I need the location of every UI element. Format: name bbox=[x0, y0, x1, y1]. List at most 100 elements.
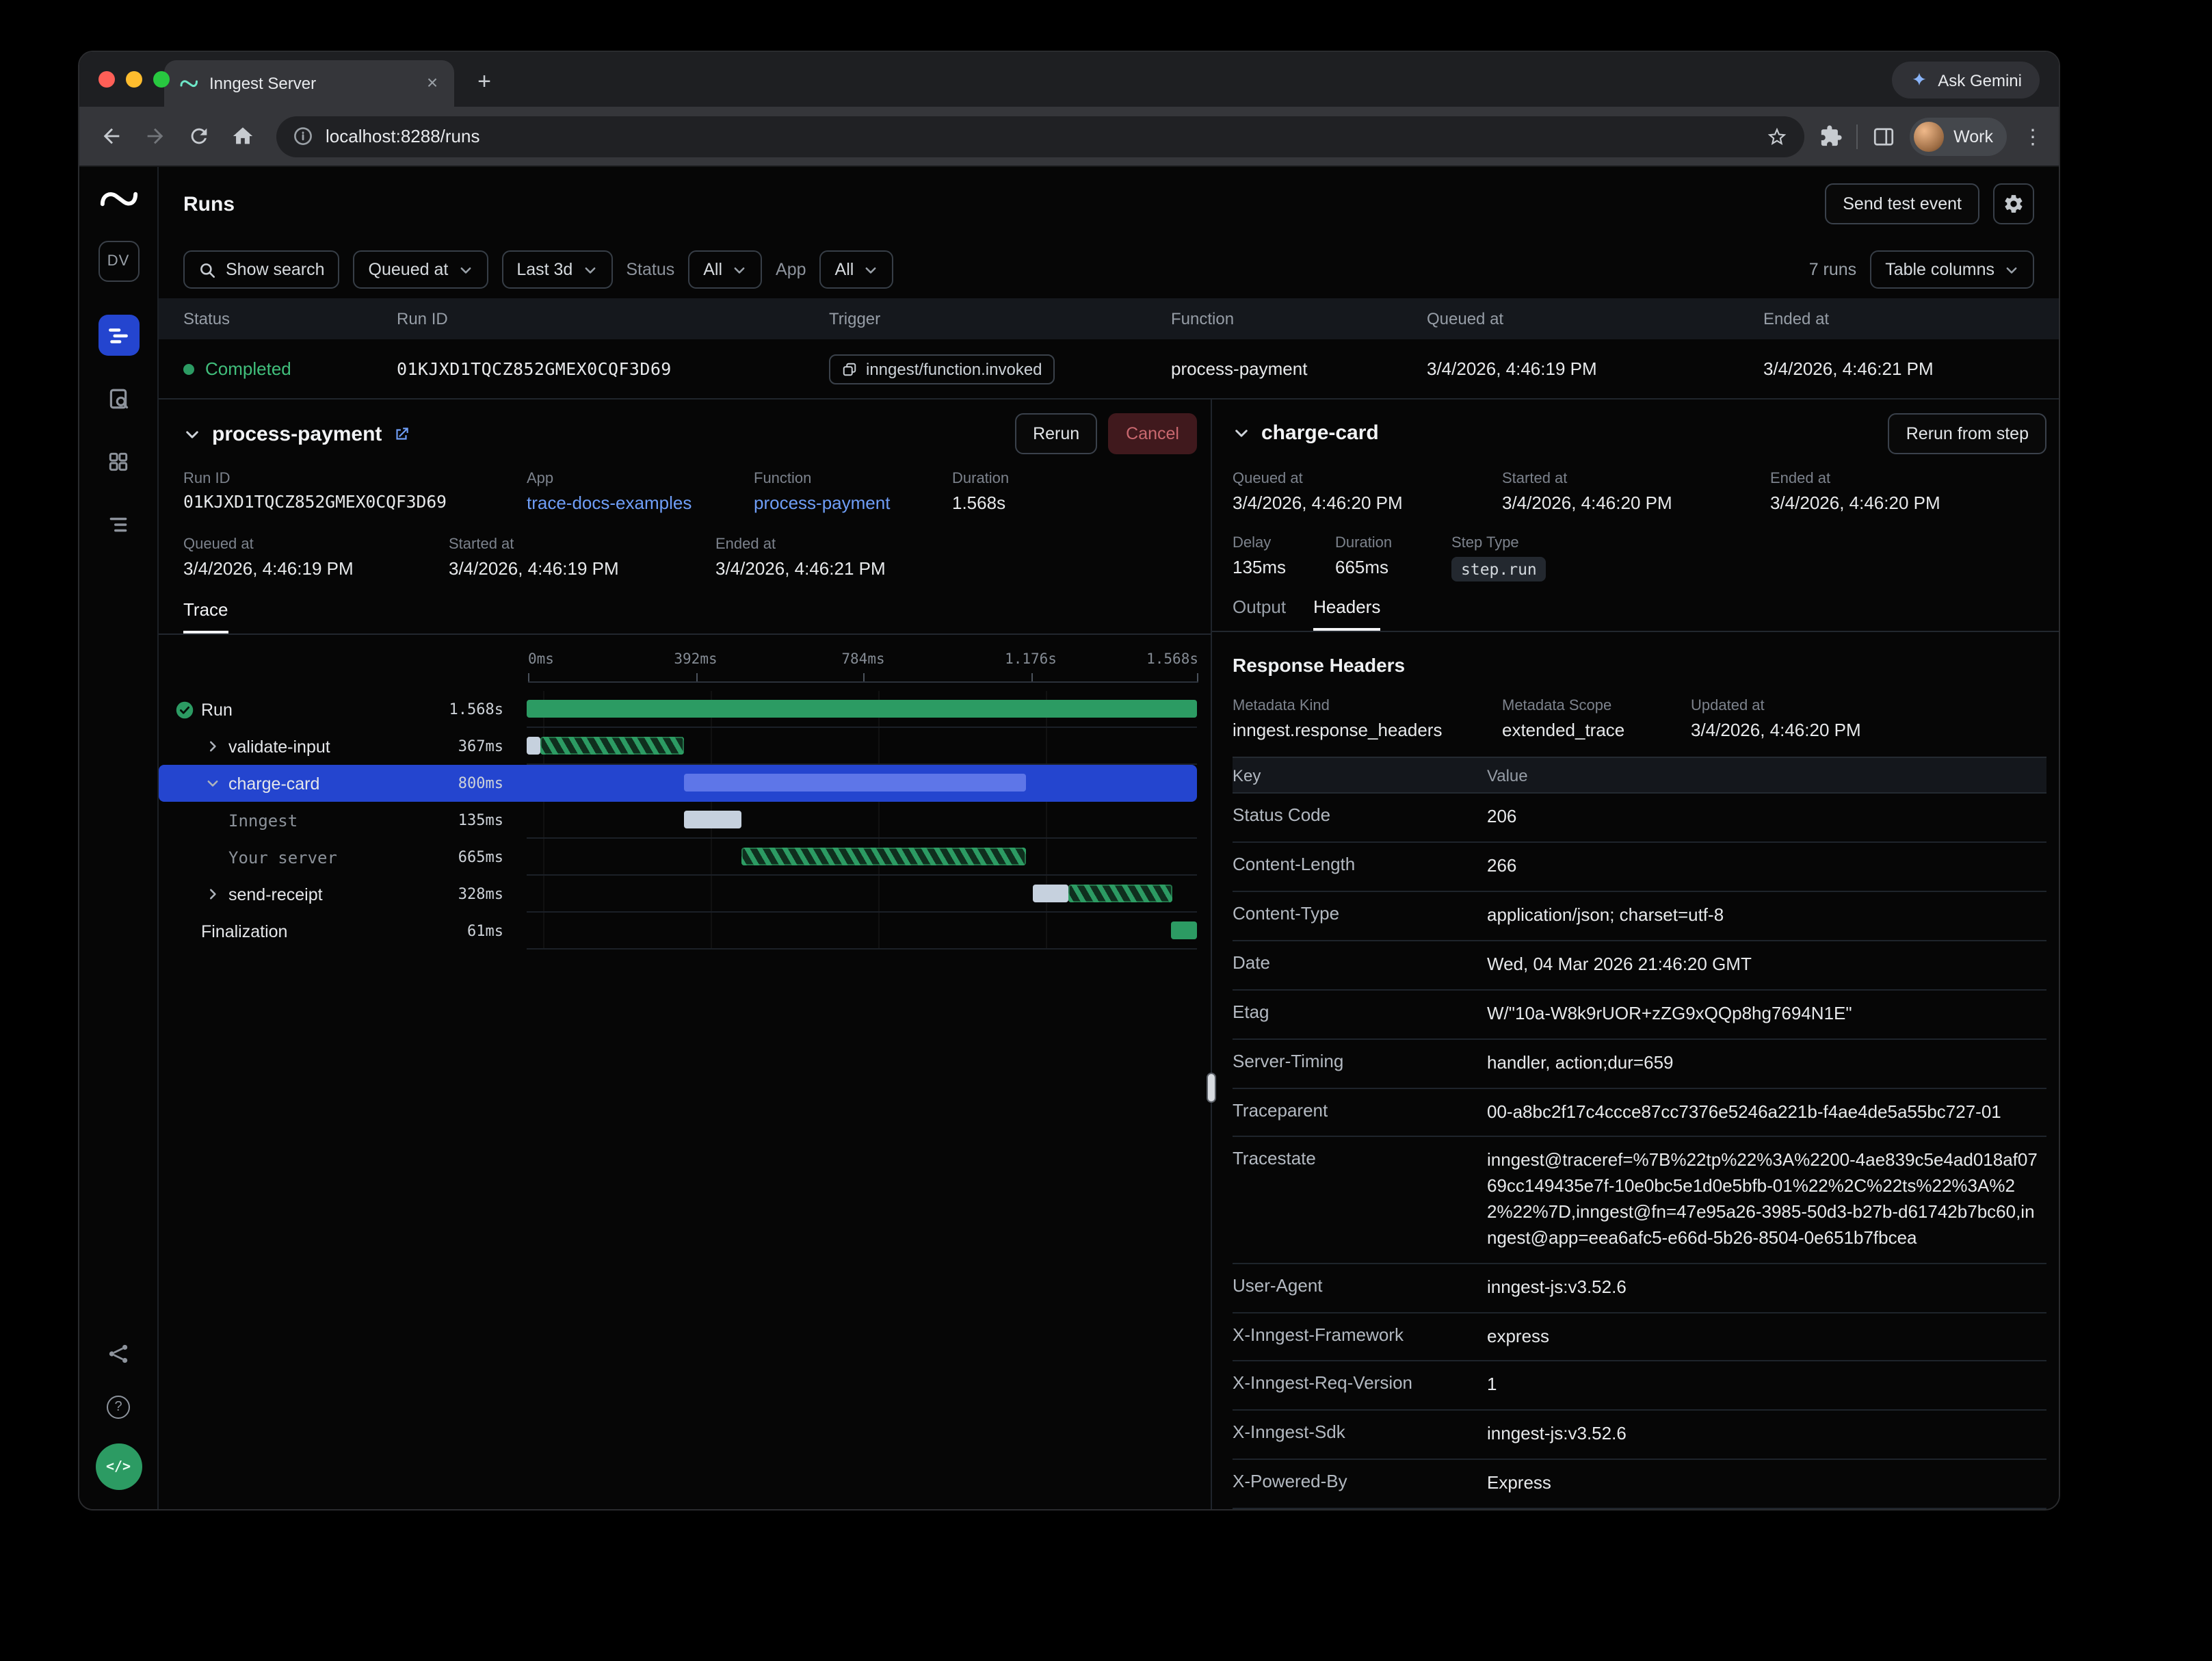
sidebar-item-share[interactable] bbox=[98, 1333, 139, 1374]
forward-icon bbox=[144, 125, 167, 148]
trace-bar-track bbox=[527, 839, 1197, 876]
inngest-app: DV bbox=[79, 167, 2059, 1509]
chevron-down-icon[interactable] bbox=[201, 772, 223, 794]
sidebar-item-runs[interactable] bbox=[98, 315, 139, 356]
run-detail-split: process-payment Rerun Cancel bbox=[159, 400, 2059, 1509]
site-info-icon[interactable] bbox=[293, 126, 313, 146]
column-header[interactable]: Function bbox=[1171, 309, 1427, 328]
ask-gemini-button[interactable]: Ask Gemini bbox=[1891, 62, 2040, 99]
header-value: 00-a8bc2f17c4ccce87cc7376e5246a221b-f4ae… bbox=[1487, 1099, 2046, 1125]
tab[interactable]: Headers bbox=[1313, 597, 1380, 631]
ask-gemini-label: Ask Gemini bbox=[1938, 70, 2022, 90]
forward-button[interactable] bbox=[137, 118, 174, 155]
status-filter-label: Status bbox=[626, 260, 674, 279]
sidebar-item-apps[interactable] bbox=[98, 441, 139, 482]
split-drag-handle[interactable] bbox=[1207, 1073, 1216, 1103]
run-fields-row2: Queued at 3/4/2026, 4:46:19 PM Started a… bbox=[183, 528, 1211, 594]
step-detail-header: charge-card Rerun from step bbox=[1233, 410, 2046, 456]
help-icon[interactable]: ? bbox=[107, 1396, 130, 1419]
settings-button[interactable] bbox=[1993, 183, 2034, 224]
step-detail-pane: charge-card Rerun from step Queued at 3/… bbox=[1212, 400, 2059, 1509]
queued-at-dropdown[interactable]: Queued at bbox=[354, 250, 488, 289]
column-header[interactable]: Trigger bbox=[829, 309, 1171, 328]
extensions-icon[interactable] bbox=[1819, 125, 1843, 148]
field: Step Type step.run bbox=[1451, 527, 2059, 592]
new-tab-button[interactable]: + bbox=[468, 68, 501, 96]
list-tree-icon bbox=[107, 512, 130, 536]
status-value: All bbox=[703, 260, 722, 279]
address-bar[interactable]: localhost:8288/runs bbox=[276, 116, 1804, 157]
event-copy-icon bbox=[841, 361, 858, 377]
profile-chip[interactable]: Work bbox=[1910, 117, 2007, 155]
browser-menu-icon[interactable]: ⋮ bbox=[2020, 124, 2045, 148]
field-value[interactable]: process-payment bbox=[754, 493, 952, 513]
url-text[interactable]: localhost:8288/runs bbox=[326, 126, 1754, 146]
chevron-right-icon[interactable] bbox=[201, 883, 223, 905]
trace-row-finalization[interactable]: Finalization61ms bbox=[159, 913, 1197, 950]
column-header[interactable]: Ended at bbox=[1763, 309, 2059, 328]
cancel-button[interactable]: Cancel bbox=[1108, 413, 1197, 454]
time-range-dropdown[interactable]: Last 3d bbox=[501, 250, 612, 289]
header-key: X-Inngest-Sdk bbox=[1233, 1422, 1487, 1448]
collapse-chevron-icon[interactable] bbox=[183, 425, 201, 443]
trace-waterfall: Run1.568svalidate-input367mscharge-card8… bbox=[159, 691, 1211, 950]
chevron-right-icon[interactable] bbox=[201, 735, 223, 757]
reload-button[interactable] bbox=[181, 118, 218, 155]
field-value: 1.568s bbox=[952, 493, 1211, 513]
column-header[interactable]: Run ID bbox=[397, 309, 829, 328]
tab[interactable]: Output bbox=[1233, 597, 1286, 631]
trace-row-your-server[interactable]: Your server665ms bbox=[159, 839, 1197, 876]
close-tab-icon[interactable]: × bbox=[421, 73, 443, 94]
field-value: 3/4/2026, 4:46:20 PM bbox=[1233, 492, 1502, 512]
field-value[interactable]: trace-docs-examples bbox=[527, 493, 754, 513]
chevron-down-icon bbox=[458, 262, 473, 277]
minimize-window-button[interactable] bbox=[126, 71, 142, 88]
side-panel-icon[interactable] bbox=[1871, 124, 1896, 148]
ended-at-cell: 3/4/2026, 4:46:21 PM bbox=[1763, 358, 2059, 379]
column-header[interactable]: Queued at bbox=[1427, 309, 1763, 328]
home-button[interactable] bbox=[224, 118, 261, 155]
trace-step-name: charge-card bbox=[228, 774, 408, 793]
dev-tools-button[interactable]: </> bbox=[95, 1443, 142, 1490]
send-test-event-button[interactable]: Send test event bbox=[1825, 183, 1979, 224]
zoom-window-button[interactable] bbox=[153, 71, 170, 88]
trace-row-inngest[interactable]: Inngest135ms bbox=[159, 802, 1197, 839]
table-columns-dropdown[interactable]: Table columns bbox=[1870, 250, 2034, 289]
browser-tab[interactable]: Inngest Server × bbox=[164, 60, 454, 107]
trace-row-validate-input[interactable]: validate-input367ms bbox=[159, 728, 1197, 765]
show-search-button[interactable]: Show search bbox=[183, 250, 340, 289]
header-key: X-Powered-By bbox=[1233, 1471, 1487, 1497]
app-dropdown[interactable]: All bbox=[820, 250, 894, 289]
trace-row-run[interactable]: Run1.568s bbox=[159, 691, 1197, 728]
tab-trace[interactable]: Trace bbox=[183, 599, 228, 633]
column-header[interactable]: Status bbox=[183, 309, 397, 328]
trace-row-send-receipt[interactable]: send-receipt328ms bbox=[159, 876, 1197, 913]
sidebar-item-functions[interactable] bbox=[98, 503, 139, 545]
back-button[interactable] bbox=[93, 118, 130, 155]
rerun-button[interactable]: Rerun bbox=[1015, 413, 1097, 454]
run-row[interactable]: Completed 01KJXD1TQCZ852GMEX0CQF3D69 inn… bbox=[159, 339, 2059, 400]
trigger-badge[interactable]: inngest/function.invoked bbox=[829, 354, 1055, 384]
collapse-chevron-icon[interactable] bbox=[1233, 425, 1250, 443]
trace-row-charge-card[interactable]: charge-card800ms bbox=[159, 765, 1197, 802]
trace-bar-track bbox=[527, 802, 1197, 839]
sidebar-item-inspector[interactable] bbox=[98, 378, 139, 419]
status-dot-icon bbox=[183, 363, 194, 374]
field-value: inngest.response_headers bbox=[1233, 720, 1502, 741]
status-dropdown[interactable]: All bbox=[688, 250, 762, 289]
field-value: 3/4/2026, 4:46:20 PM bbox=[1502, 492, 1770, 512]
tab-title: Inngest Server bbox=[209, 74, 410, 93]
close-window-button[interactable] bbox=[98, 71, 115, 88]
workspace-avatar[interactable]: DV bbox=[98, 241, 139, 282]
bookmark-star-icon[interactable] bbox=[1766, 125, 1788, 147]
field: Function process-payment bbox=[754, 462, 952, 528]
rerun-from-step-button[interactable]: Rerun from step bbox=[1888, 413, 2046, 454]
external-link-icon[interactable] bbox=[393, 425, 410, 443]
inngest-logo-icon[interactable] bbox=[98, 185, 139, 213]
trace-step-duration: 367ms bbox=[408, 737, 503, 755]
time-range-label: Last 3d bbox=[516, 260, 572, 279]
header-key: User-Agent bbox=[1233, 1275, 1487, 1301]
headers-table-body: Status Code 206 Content-Length 266 bbox=[1233, 794, 2046, 1509]
queued-at-cell: 3/4/2026, 4:46:19 PM bbox=[1427, 358, 1763, 379]
page-header: Runs Send test event bbox=[159, 167, 2059, 241]
